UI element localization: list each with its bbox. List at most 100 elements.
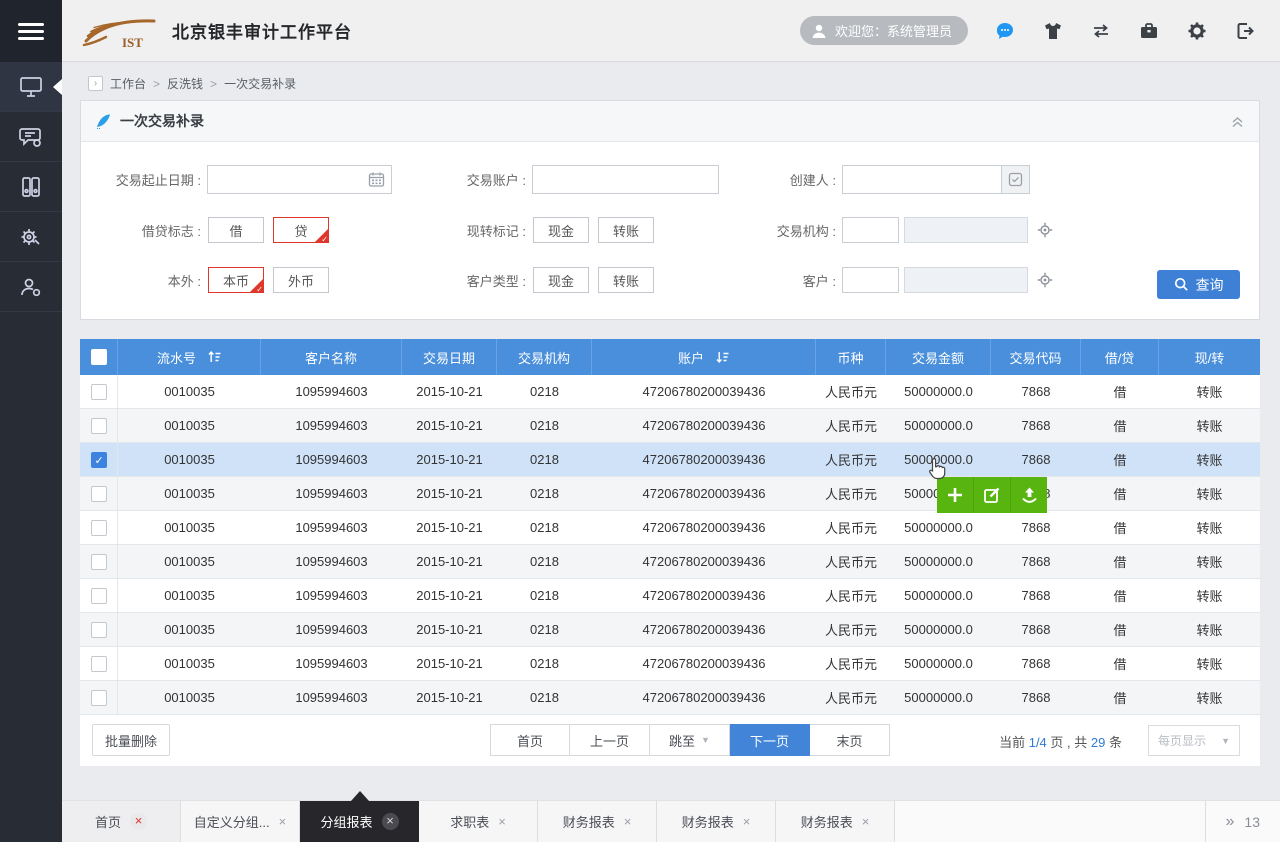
bottom-tab-3[interactable]: 分组报表× bbox=[300, 801, 419, 842]
bottom-tab-1[interactable]: 首页× bbox=[62, 801, 181, 842]
sidebar-item-workspace[interactable] bbox=[0, 62, 62, 112]
search-button[interactable]: 查询 bbox=[1157, 270, 1240, 299]
table-row[interactable]: 001003510959946032015-10-210218472067802… bbox=[80, 545, 1260, 579]
row-checkbox[interactable] bbox=[91, 554, 107, 570]
toggle-debit[interactable]: 借 bbox=[208, 217, 264, 243]
row-checkbox[interactable] bbox=[91, 486, 107, 502]
column-header[interactable]: 交易金额 bbox=[886, 339, 991, 375]
column-header[interactable]: 借/贷 bbox=[1081, 339, 1159, 375]
sort-asc-icon[interactable] bbox=[205, 350, 221, 364]
creator-picker-button[interactable] bbox=[1002, 165, 1030, 194]
sidebar-item-archives[interactable] bbox=[0, 162, 62, 212]
theme-button[interactable] bbox=[1042, 20, 1064, 42]
messages-button[interactable] bbox=[994, 20, 1016, 42]
tab-close-icon[interactable]: × bbox=[382, 813, 399, 830]
breadcrumb-item-aml[interactable]: 反洗钱 bbox=[167, 75, 203, 92]
search-panel: 一次交易补录 交易起止日期 : 交易账户 : bbox=[80, 100, 1260, 320]
logout-button[interactable] bbox=[1234, 20, 1256, 42]
table-cell: 转账 bbox=[1159, 511, 1260, 544]
sidebar-item-messages[interactable] bbox=[0, 112, 62, 162]
prev-page-button[interactable]: 上一页 bbox=[570, 724, 650, 756]
tab-close-icon[interactable]: × bbox=[130, 813, 147, 830]
table-cell: 0010035 bbox=[118, 545, 261, 578]
table-row[interactable]: 001003510959946032015-10-210218472067802… bbox=[80, 681, 1260, 715]
row-checkbox[interactable] bbox=[91, 622, 107, 638]
upload-row-button[interactable] bbox=[1010, 477, 1047, 513]
jump-to-button[interactable]: 跳至▼ bbox=[650, 724, 730, 756]
first-page-button[interactable]: 首页 bbox=[490, 724, 570, 756]
bottom-tab-4[interactable]: 求职表× bbox=[419, 801, 538, 842]
trade-org-picker-button[interactable] bbox=[1037, 222, 1053, 238]
column-header[interactable]: 客户名称 bbox=[261, 339, 402, 375]
row-checkbox[interactable] bbox=[91, 418, 107, 434]
sidebar-item-system-tools[interactable] bbox=[0, 212, 62, 262]
toggle-local-currency[interactable]: 本币 bbox=[208, 267, 264, 293]
settings-button[interactable] bbox=[1186, 20, 1208, 42]
row-checkbox[interactable] bbox=[91, 520, 107, 536]
menu-toggle-button[interactable] bbox=[0, 0, 62, 62]
toggle-transfer-mark[interactable]: 转账 bbox=[598, 217, 654, 243]
bottom-tab-5[interactable]: 财务报表× bbox=[538, 801, 657, 842]
page-size-select[interactable]: 每页显示▼ bbox=[1148, 725, 1240, 756]
table-row[interactable]: 001003510959946032015-10-210218472067802… bbox=[80, 443, 1260, 477]
row-checkbox[interactable] bbox=[91, 690, 107, 706]
tab-close-icon[interactable]: × bbox=[624, 814, 632, 829]
bottom-tab-2[interactable]: 自定义分组...× bbox=[181, 801, 300, 842]
customer-picker-button[interactable] bbox=[1037, 272, 1053, 288]
column-header[interactable]: 现/转 bbox=[1159, 339, 1260, 375]
sidebar-item-user-management[interactable] bbox=[0, 262, 62, 312]
row-checkbox[interactable] bbox=[91, 384, 107, 400]
last-page-button[interactable]: 末页 bbox=[810, 724, 890, 756]
trade-account-input[interactable] bbox=[532, 165, 719, 194]
table-row[interactable]: 001003510959946032015-10-210218472067802… bbox=[80, 477, 1260, 511]
trade-org-name-input[interactable] bbox=[904, 217, 1028, 243]
calendar-icon[interactable] bbox=[368, 171, 385, 188]
column-header[interactable]: 账户 bbox=[592, 339, 816, 375]
row-checkbox[interactable] bbox=[91, 588, 107, 604]
column-header[interactable]: 交易日期 bbox=[402, 339, 497, 375]
breadcrumb-item-current[interactable]: 一次交易补录 bbox=[224, 75, 296, 92]
next-page-button[interactable]: 下一页 bbox=[730, 724, 810, 756]
table-row[interactable]: 001003510959946032015-10-210218472067802… bbox=[80, 647, 1260, 681]
row-checkbox[interactable] bbox=[91, 656, 107, 672]
column-header[interactable]: 流水号 bbox=[118, 339, 261, 375]
table-row[interactable]: 001003510959946032015-10-210218472067802… bbox=[80, 511, 1260, 545]
user-menu[interactable]: 欢迎您：系统管理员 bbox=[800, 16, 968, 45]
sort-desc-icon[interactable] bbox=[713, 350, 729, 364]
batch-delete-button[interactable]: 批量删除 bbox=[92, 724, 170, 756]
customer-code-input[interactable] bbox=[842, 267, 899, 293]
tab-overflow-button[interactable]: »13 bbox=[1205, 801, 1280, 842]
tab-close-icon[interactable]: × bbox=[862, 814, 870, 829]
switch-button[interactable] bbox=[1090, 20, 1112, 42]
trade-org-code-input[interactable] bbox=[842, 217, 899, 243]
tab-close-icon[interactable]: × bbox=[279, 814, 287, 829]
row-checkbox[interactable] bbox=[91, 452, 107, 468]
table-row[interactable]: 001003510959946032015-10-210218472067802… bbox=[80, 613, 1260, 647]
column-header[interactable]: 交易机构 bbox=[497, 339, 592, 375]
toggle-credit[interactable]: 贷 bbox=[273, 217, 329, 243]
breadcrumb-item-workbench[interactable]: 工作台 bbox=[110, 75, 146, 92]
column-header[interactable]: 币种 bbox=[816, 339, 886, 375]
table-row[interactable]: 001003510959946032015-10-210218472067802… bbox=[80, 579, 1260, 613]
select-all-checkbox[interactable] bbox=[91, 349, 107, 365]
column-header[interactable]: 交易代码 bbox=[991, 339, 1081, 375]
checkbox-icon bbox=[1008, 172, 1023, 187]
add-row-button[interactable] bbox=[937, 477, 973, 513]
toggle-customer-cash[interactable]: 现金 bbox=[533, 267, 589, 293]
toggle-foreign-currency[interactable]: 外币 bbox=[273, 267, 329, 293]
table-row[interactable]: 001003510959946032015-10-210218472067802… bbox=[80, 375, 1260, 409]
table-cell: 人民币元 bbox=[816, 511, 886, 544]
customer-name-input[interactable] bbox=[904, 267, 1028, 293]
bottom-tab-7[interactable]: 财务报表× bbox=[776, 801, 895, 842]
collapse-panel-button[interactable] bbox=[1230, 114, 1245, 129]
date-range-input[interactable] bbox=[207, 165, 392, 194]
creator-input[interactable] bbox=[842, 165, 1002, 194]
bottom-tab-6[interactable]: 财务报表× bbox=[657, 801, 776, 842]
toggle-cash-mark[interactable]: 现金 bbox=[533, 217, 589, 243]
tab-close-icon[interactable]: × bbox=[743, 814, 751, 829]
toggle-customer-transfer[interactable]: 转账 bbox=[598, 267, 654, 293]
toolbox-button[interactable] bbox=[1138, 20, 1160, 42]
table-row[interactable]: 001003510959946032015-10-210218472067802… bbox=[80, 409, 1260, 443]
tab-close-icon[interactable]: × bbox=[498, 814, 506, 829]
edit-row-button[interactable] bbox=[973, 477, 1010, 513]
